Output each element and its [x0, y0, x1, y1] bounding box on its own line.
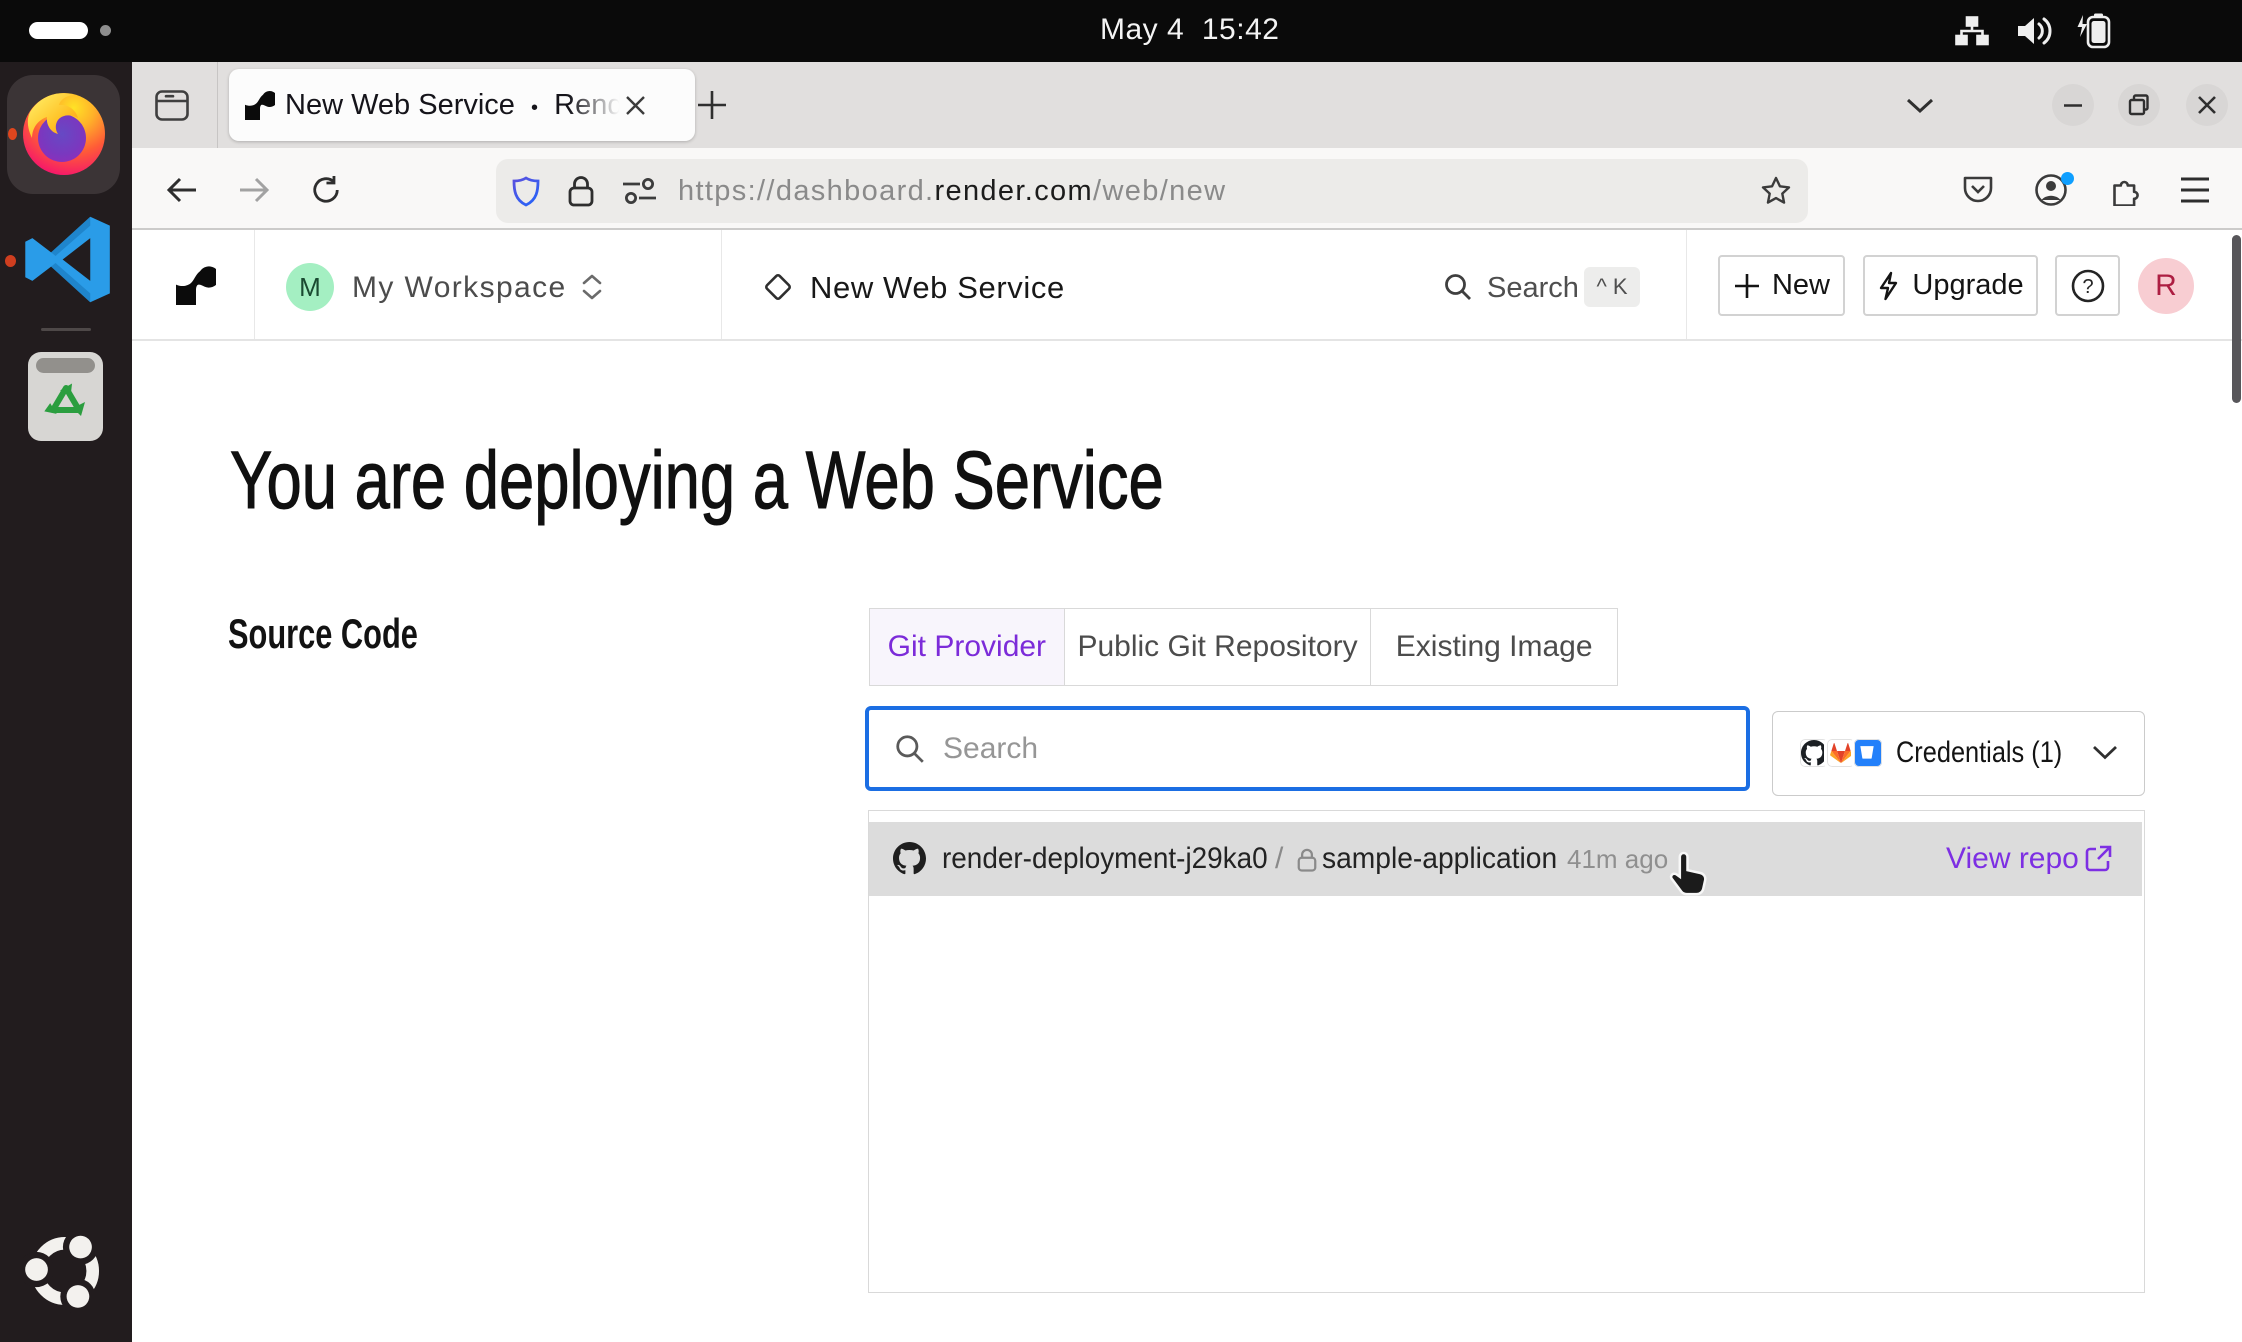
svg-text:?: ? — [2082, 276, 2093, 298]
